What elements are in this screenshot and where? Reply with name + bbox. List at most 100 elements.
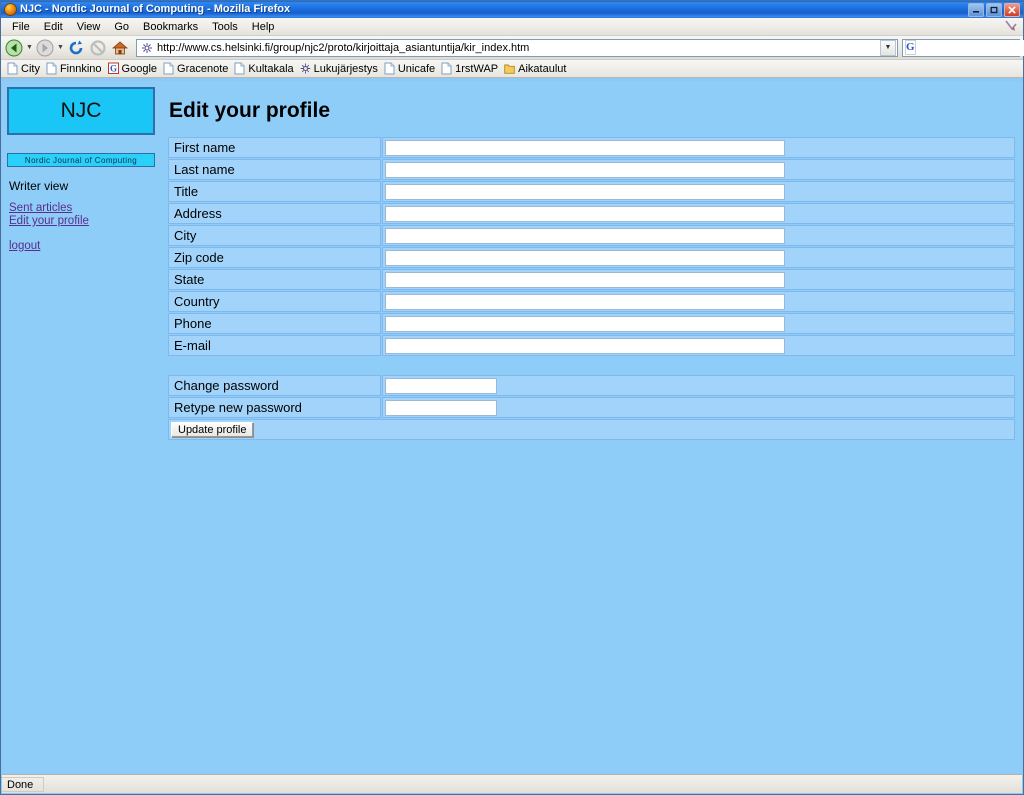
field-label: City xyxy=(168,225,381,246)
address-input[interactable] xyxy=(385,205,785,222)
stop-icon xyxy=(88,38,108,58)
bookmark-label: Lukujärjestys xyxy=(313,62,378,75)
reload-icon[interactable] xyxy=(66,38,86,58)
page-favicon xyxy=(140,41,154,55)
title-input[interactable] xyxy=(385,183,785,200)
country-input[interactable] xyxy=(385,293,785,310)
url-bar[interactable]: http://www.cs.helsinki.fi/group/njc2/pro… xyxy=(136,38,898,57)
bookmark-1rstwap[interactable]: 1rstWAP xyxy=(441,62,502,76)
restore-button[interactable] xyxy=(986,2,1002,17)
menu-bookmarks-label: Bookmarks xyxy=(143,20,199,33)
bookmark-lukujarjestys[interactable]: Lukujärjestys xyxy=(300,62,382,76)
menu-bookmarks[interactable]: Bookmarks xyxy=(136,19,205,35)
main-content: Edit your profile First name Last name T… xyxy=(162,85,1022,441)
bookmark-label: Kultakala xyxy=(248,62,294,75)
firefox-icon xyxy=(4,3,17,16)
bookmark-label: Finnkino xyxy=(59,62,102,75)
field-label: Phone xyxy=(168,313,381,334)
window-controls xyxy=(968,2,1021,17)
journal-banner: Nordic Journal of Computing xyxy=(7,153,155,167)
field-cell xyxy=(382,335,1015,356)
close-button[interactable] xyxy=(1004,2,1020,17)
menu-file-label: File xyxy=(12,20,30,33)
menu-edit-label: Edit xyxy=(43,20,63,33)
search-engine-letter: G xyxy=(906,41,915,53)
last-name-input[interactable] xyxy=(385,161,785,178)
back-history-chevron-down-icon[interactable]: ▼ xyxy=(26,38,33,58)
bookmark-finnkino[interactable]: Finnkino xyxy=(46,62,106,76)
table-row: Title xyxy=(168,181,1015,202)
field-label: Change password xyxy=(168,375,381,396)
url-dropdown-chevron-down-icon[interactable]: ▼ xyxy=(880,39,896,56)
table-row: Update profile xyxy=(168,419,1015,440)
menu-file[interactable]: File xyxy=(5,19,37,35)
profile-form-table: First name Last name Title Address City … xyxy=(167,136,1016,357)
field-cell xyxy=(382,313,1015,334)
field-label: E-mail xyxy=(168,335,381,356)
bookmark-label: City xyxy=(21,62,40,75)
minimize-button[interactable] xyxy=(968,2,984,17)
home-icon[interactable] xyxy=(110,38,130,58)
bookmark-label: Google xyxy=(121,62,158,75)
field-label: Title xyxy=(168,181,381,202)
search-input[interactable] xyxy=(915,39,1024,56)
field-cell xyxy=(382,225,1015,246)
menu-help[interactable]: Help xyxy=(245,19,282,35)
status-text: Done xyxy=(2,776,45,792)
bookmark-city[interactable]: City xyxy=(7,62,44,76)
sidebar-item-logout[interactable]: logout xyxy=(9,240,162,253)
menu-help-label: Help xyxy=(251,20,275,33)
password-form-table: Change password Retype new password Upda… xyxy=(167,374,1016,441)
search-bar[interactable]: G xyxy=(902,38,1024,57)
field-cell xyxy=(382,137,1015,158)
menu-view-label: View xyxy=(76,20,101,33)
field-label: Zip code xyxy=(168,247,381,268)
update-profile-button[interactable]: Update profile xyxy=(171,422,254,438)
menu-edit[interactable]: Edit xyxy=(37,19,70,35)
bookmark-unicafe[interactable]: Unicafe xyxy=(384,62,439,76)
journal-banner-text: Nordic Journal of Computing xyxy=(24,155,138,165)
bookmark-google[interactable]: G Google xyxy=(107,62,161,76)
sidebar: NJC Nordic Journal of Computing Writer v… xyxy=(2,85,162,441)
njc-logo[interactable]: NJC xyxy=(7,87,155,135)
sidebar-nav: Sent articles Edit your profile logout xyxy=(7,202,162,253)
table-row: Address xyxy=(168,203,1015,224)
bookmark-gracenote[interactable]: Gracenote xyxy=(163,62,232,76)
city-input[interactable] xyxy=(385,227,785,244)
field-label: Address xyxy=(168,203,381,224)
bookmark-label: Unicafe xyxy=(397,62,436,75)
sidebar-item-sent-articles[interactable]: Sent articles xyxy=(9,202,162,215)
zip-code-input[interactable] xyxy=(385,249,785,266)
retype-password-input[interactable] xyxy=(385,399,497,416)
table-row: First name xyxy=(168,137,1015,158)
menu-view[interactable]: View xyxy=(70,19,108,35)
role-label: Writer view xyxy=(9,179,69,193)
field-label: Last name xyxy=(168,159,381,180)
bookmark-kultakala[interactable]: Kultakala xyxy=(234,62,297,76)
page-viewport: NJC Nordic Journal of Computing Writer v… xyxy=(2,81,1022,773)
bookmark-aikataulut[interactable]: Aikataulut xyxy=(504,62,570,76)
email-input[interactable] xyxy=(385,337,785,354)
table-row: Phone xyxy=(168,313,1015,334)
field-label: Country xyxy=(168,291,381,312)
bookmarks-toolbar: City Finnkino G Google Gracenote Kultaka… xyxy=(1,60,1023,78)
phone-input[interactable] xyxy=(385,315,785,332)
page-icon xyxy=(7,62,18,75)
field-cell xyxy=(382,397,1015,418)
page-icon xyxy=(234,62,245,75)
table-row: Retype new password xyxy=(168,397,1015,418)
back-icon[interactable] xyxy=(4,38,24,58)
field-cell xyxy=(382,159,1015,180)
state-input[interactable] xyxy=(385,271,785,288)
change-password-input[interactable] xyxy=(385,377,497,394)
menu-go[interactable]: Go xyxy=(107,19,136,35)
page-icon xyxy=(441,62,452,75)
browser-window: NJC - Nordic Journal of Computing - Mozi… xyxy=(0,0,1024,795)
forward-history-chevron-down-icon[interactable]: ▼ xyxy=(57,38,64,58)
first-name-input[interactable] xyxy=(385,139,785,156)
window-title: NJC - Nordic Journal of Computing - Mozi… xyxy=(20,3,291,15)
menu-tools[interactable]: Tools xyxy=(205,19,245,35)
page-icon xyxy=(163,62,174,75)
sidebar-item-edit-your-profile[interactable]: Edit your profile xyxy=(9,215,162,228)
page-icon xyxy=(46,62,57,75)
